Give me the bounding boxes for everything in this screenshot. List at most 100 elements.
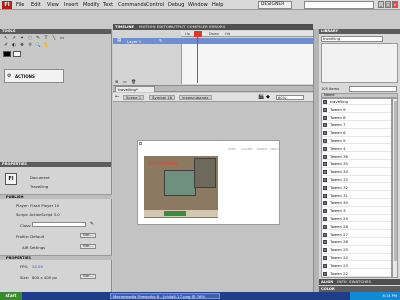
workspace-switcher[interactable]: DESIGNER [258,1,292,9]
publish-section-header[interactable]: PUBLISH [0,194,112,199]
line-tool-icon[interactable]: ╲ [51,36,57,42]
taskbar-app-button[interactable]: Macromedia Fireworks 8 - [child4-17.png … [110,293,220,300]
doc-type-label: Document [30,175,50,180]
library-document-select[interactable]: travelling [321,36,383,42]
actions-panel[interactable]: ⚙ ACTIONS [4,69,64,83]
menu-file[interactable]: File [16,2,24,8]
pencil-tool-icon[interactable]: ✐ [3,43,9,49]
library-item[interactable]: Tween 33 [322,177,391,184]
fill-color-swatch[interactable] [13,51,21,57]
library-item[interactable]: Tween 29 [322,216,391,223]
zoom-field[interactable]: 60% [276,95,304,100]
library-item[interactable]: Tween 7 [322,122,391,129]
library-item[interactable]: Tween 28 [322,224,391,231]
menu-insert[interactable]: Insert [64,2,78,8]
tab-timeline[interactable]: TIMELINE [115,25,134,29]
zoom-tool-icon[interactable]: 🔍 [35,43,41,49]
stroke-color-swatch[interactable] [3,51,11,57]
tab-info[interactable]: INFO [337,280,347,284]
stage[interactable]: HOME GALLERY EVENTS ABOUT Indonesia [137,140,280,225]
properties-section-header[interactable]: PROPERTIES [0,255,112,260]
library-item[interactable]: Tween 36 [322,154,391,160]
new-layer-icon[interactable]: ⊞ [115,79,118,84]
fps-label: FPS: [20,264,29,269]
library-item[interactable]: Tween 32 [322,185,391,192]
edit-air-button[interactable]: Edit... [80,244,96,249]
class-input[interactable] [32,222,86,227]
menu-window[interactable]: Window [188,2,208,8]
banner-image[interactable]: Indonesia [144,156,218,218]
playhead-handle[interactable] [194,31,202,37]
frames-grid[interactable] [181,44,313,84]
tab-output[interactable]: OUTPUT [169,25,185,29]
tab-compiler-errors[interactable]: COMPILER ERRORS [187,25,225,29]
side-photo [194,158,216,188]
selection-tool-icon[interactable]: ↖ [3,36,9,42]
library-item[interactable]: Tween 27 [322,232,391,238]
library-item[interactable]: Tween 35 [322,161,391,168]
help-search-input[interactable] [304,1,374,9]
library-item[interactable]: Tween 3 [322,208,391,215]
library-item[interactable]: Tween 6 [322,130,391,137]
menu-view[interactable]: View [47,2,59,8]
library-item[interactable]: Tween 9 [322,107,391,114]
document-tab[interactable]: travelling* [115,86,155,92]
menu-text[interactable]: Text [103,2,113,8]
menu-modify[interactable]: Modify [83,2,100,8]
lasso-tool-icon[interactable]: ◌ [27,36,33,42]
menu-commands[interactable]: Commands [118,2,146,8]
subselection-tool-icon[interactable]: ↗ [11,36,17,42]
graphic-icon [323,271,327,276]
edit-scene-icon[interactable]: 🎬 [258,94,264,100]
edit-symbol-icon[interactable]: ◆ [266,94,270,100]
text-tool-icon[interactable]: T [43,36,49,42]
library-scrollbar[interactable] [392,98,398,278]
banner-nav-highlight [164,211,186,216]
library-item[interactable]: Tween 24 [322,255,391,262]
fps-value[interactable]: 24.00 [32,264,43,269]
layer-name[interactable]: Layer 1 [127,39,141,44]
tab-align[interactable]: ALIGN [321,280,333,284]
menu-edit[interactable]: Edit [31,2,41,8]
new-folder-icon[interactable]: ▭ [123,79,127,84]
breadcrumb-instance[interactable]: lnewsrubanex [179,95,212,100]
library-item[interactable]: Tween 25 [322,247,391,254]
minimize-button[interactable]: _ [378,1,384,8]
menu-control[interactable]: Control [146,2,164,8]
edit-size-button[interactable]: Edit... [80,274,96,279]
library-item[interactable]: Tween 31 [322,193,391,199]
playhead[interactable] [197,31,198,83]
rectangle-tool-icon[interactable]: ▭ [59,36,65,42]
back-arrow-icon[interactable]: ← [115,94,119,100]
paint-bucket-tool-icon[interactable]: ◐ [11,43,17,49]
pen-tool-icon[interactable]: ✎ [35,36,41,42]
menu-help[interactable]: Help [212,2,223,8]
bone-tool-icon[interactable]: ✥ [19,43,25,49]
graphic-icon [323,131,327,136]
free-transform-tool-icon[interactable]: ✦ [19,36,25,42]
pencil-icon[interactable]: ✎ [90,222,94,227]
tab-swatches[interactable]: SWATCHES [349,280,371,284]
library-item[interactable]: Tween 30 [322,200,391,207]
tab-motion-editor[interactable]: MOTION EDITOR [139,25,172,29]
library-search-input[interactable] [349,86,397,92]
hand-tool-icon[interactable]: ✋ [43,43,49,49]
library-item[interactable]: Tween 22 [322,271,391,277]
library-item[interactable]: Tween 4 [322,146,391,153]
library-item[interactable]: Tween 34 [322,169,391,176]
menu-debug[interactable]: Debug [168,2,184,8]
maximize-button[interactable]: □ [385,1,391,8]
library-item[interactable]: Tween 8 [322,115,391,121]
edit-profile-button[interactable]: Edit... [80,233,96,238]
close-button[interactable]: × [392,1,398,8]
library-item[interactable]: Tween 5 [322,138,391,145]
scroll-thumb[interactable] [394,101,397,261]
breadcrumb-symbol[interactable]: Symbol 16 [149,95,176,100]
library-item[interactable]: Tween 26 [322,239,391,246]
library-item[interactable]: travelling [322,99,391,106]
start-button[interactable]: start [0,292,22,300]
eyedropper-tool-icon[interactable]: ⚲ [27,43,33,49]
delete-layer-icon[interactable]: 🗑 [131,79,136,84]
breadcrumb-scene[interactable]: Scene 1 [123,95,145,100]
library-item[interactable]: Tween 23 [322,263,391,270]
